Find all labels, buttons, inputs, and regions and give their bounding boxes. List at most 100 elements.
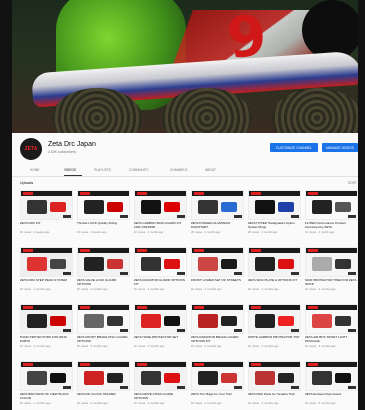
tab-videos[interactable]: VIDEOS [64,168,76,172]
thumbnail-brand-stripe [249,191,300,196]
video-thumbnail[interactable] [305,247,358,277]
video-title[interactable]: ZETA VALVE LOCK GUARD OPTIONS [77,278,130,287]
video-thumbnail[interactable] [248,304,301,334]
video-title[interactable]: FRONT LOWER SET OF STREETS [191,278,244,283]
video-thumbnail[interactable] [77,190,130,220]
video-thumbnail[interactable] [134,361,187,391]
video-card[interactable]: ZETA DRC STEP PEGS SYSTEM 1K views · 2 mo… [20,247,73,302]
video-title[interactable]: ZETA DRC Parts for Yamaha Trail [248,392,301,397]
video-title[interactable]: ZETA Exhaust Flap Guard [305,392,358,397]
video-title[interactable]: SKID PROTECTOR TIME FOR ZETA SHOP [305,278,358,287]
video-title[interactable]: ZETA DRC STEP PEGS SYSTEM [20,278,73,283]
video-card[interactable]: ZETA RADIATOR BRACE GUARD OPTIONS FIT 1K … [191,304,244,359]
video-thumbnail[interactable] [20,361,73,391]
video-card[interactable]: ZETA AIR BOX SPORT LIGHT PACKAGE 1K views… [305,304,358,359]
video-card[interactable]: ZETA DRC KIT 1K views · 2 weeks ago [20,190,73,245]
thumbnail-brand-stripe [21,362,72,367]
video-title[interactable]: ZETA RADIATOR BRACE GUARD OPTIONS FIT [191,335,244,344]
video-card[interactable]: ZETA DRIVE CHAIN GUIDE OPTIONS 1K views ·… [134,361,187,410]
video-thumbnail[interactable] [134,247,187,277]
video-card[interactable]: ZETA Trim Bags for Your Trail 1K views · … [191,361,244,410]
video-card[interactable]: ZETA BAR PADS OF VIEW BLACK COLOR 1K view… [20,361,73,410]
video-card[interactable]: WHITE CARBON PROTECTOR TOP 1K views · 3 m… [248,304,301,359]
video-title[interactable]: ZETA FRONT BRAKE DISC GUARD OPTIONS [77,335,130,344]
video-thumbnail[interactable] [191,304,244,334]
video-title[interactable]: ZETA BAR PADS OF VIEW BLACK COLOR [20,392,73,401]
video-meta: 1K views · 4 months ago [77,401,108,405]
thumbnail-brand-stripe [135,191,186,196]
sort-button[interactable]: SORT [348,181,358,185]
video-card[interactable]: ZETA DIF CLOCK HOLDER 1K views · 4 months… [77,361,130,410]
product-image [107,373,123,383]
video-card[interactable]: ZETA VALVE LOCK GUARD OPTIONS 1K views · … [77,247,130,302]
video-thumbnail[interactable] [77,247,130,277]
tab-community[interactable]: COMMUNITY [129,168,149,172]
video-title[interactable]: ZETA AIR BOX SPORT LIGHT PACKAGE [305,335,358,344]
video-title[interactable]: ZETA DIF CLOCK HOLDER [77,392,130,397]
product-image [50,373,66,383]
video-card[interactable]: ZETA Exhaust Flap Guard 1K views · 5 mont… [305,361,358,410]
video-card[interactable]: ZETA FRONT BRAKE DISC GUARD OPTIONS 1K vi… [77,304,130,359]
product-image [255,257,275,271]
video-thumbnail[interactable] [20,190,73,220]
video-thumbnail[interactable] [77,361,130,391]
video-card[interactable]: FRONT LOWER SET OF STREETS 1K views · 2 m… [191,247,244,302]
thumbnail-brand-stripe [306,305,357,310]
video-title[interactable]: ZETA Trim Bags for Your Trail [191,392,244,397]
video-card[interactable]: ZETA DRC Parts for Yamaha Trail 1K views … [248,361,301,410]
product-image [164,202,180,212]
video-title[interactable]: ZETA FORGED ALUMINUM KICKSTART [191,221,244,230]
video-card[interactable]: FLITER Performance Product introduced by… [305,190,358,245]
video-title[interactable]: HAND PROTECTORS FOR ZETA PARTS [20,335,73,344]
tab-home[interactable]: HOME [30,168,40,172]
customize-channel-button[interactable]: CUSTOMIZE CHANNEL [270,143,318,152]
video-title[interactable]: FLITER Performance Product introduced by… [305,221,358,230]
video-thumbnail[interactable] [77,304,130,334]
video-thumbnail[interactable] [305,304,358,334]
video-thumbnail[interactable] [191,190,244,220]
video-thumbnail[interactable] [191,247,244,277]
video-card[interactable]: HAND PROTECTORS FOR ZETA PARTS 1K views ·… [20,304,73,359]
tab-about[interactable]: ABOUT [205,168,216,172]
tab-playlists[interactable]: PLAYLISTS [94,168,111,172]
duration-badge [348,386,356,389]
manage-videos-button[interactable]: MANAGE VIDEOS [322,143,358,152]
video-thumbnail[interactable] [248,247,301,277]
video-title[interactable]: ZETA DRIVE CHAIN GUIDE OPTIONS [134,392,187,401]
video-title[interactable]: ZETA SKID PLATE & OPTIONS FIT [248,278,301,283]
video-card[interactable]: ZETA SKID PLATE & OPTIONS FIT 1K views · … [248,247,301,302]
video-card[interactable]: ZETA CARBON SKID GUARD KIT FOR CRF250R 1K… [134,190,187,245]
video-card[interactable]: Throttle LOCK Quickly Fitting 1K views · … [77,190,130,245]
tab-channels[interactable]: CHANNELS [170,168,187,172]
video-title[interactable]: ZETA RADIATOR GUARD OPTIONS FIT [134,278,187,287]
thumbnail-brand-stripe [192,191,243,196]
video-card[interactable]: ZETA HOSE PROTECTOR SET 1K views · 3 mont… [134,304,187,359]
video-thumbnail[interactable] [248,361,301,391]
product-image [107,259,123,269]
video-title[interactable]: ZETA HOSE PROTECTOR SET [134,335,187,340]
video-meta: 1K views · 3 months ago [77,344,108,348]
video-title[interactable]: Throttle LOCK Quickly Fitting [77,221,130,226]
video-title[interactable]: ZETA DRC KIT [20,221,73,226]
channel-avatar[interactable]: ZETA [20,138,42,160]
video-card[interactable]: ZETA FORGED ALUMINUM KICKSTART 2K views ·… [191,190,244,245]
product-image [141,200,161,214]
video-title[interactable]: ZETA CARBON SKID GUARD KIT FOR CRF250R [134,221,187,230]
video-card[interactable]: ZETA HYPER Handguards Option Spoiler Plu… [248,190,301,245]
video-card[interactable]: ZETA RADIATOR GUARD OPTIONS FIT 1K views … [134,247,187,302]
video-thumbnail[interactable] [305,190,358,220]
video-thumbnail[interactable] [248,190,301,220]
video-thumbnail[interactable] [20,304,73,334]
video-thumbnail[interactable] [134,304,187,334]
channel-name[interactable]: Zeta Drc Japan [48,141,96,148]
video-thumbnail[interactable] [20,247,73,277]
screen-frame: 9 ZETA Zeta Drc Japan 2.53K subscribers … [0,0,365,410]
product-image [312,200,332,214]
duration-badge [177,386,185,389]
video-thumbnail[interactable] [305,361,358,391]
video-title[interactable]: WHITE CARBON PROTECTOR TOP [248,335,301,340]
video-title[interactable]: ZETA HYPER Handguards Option Spoiler Plu… [248,221,301,230]
video-card[interactable]: SKID PROTECTOR TIME FOR ZETA SHOP 1K view… [305,247,358,302]
video-thumbnail[interactable] [134,190,187,220]
video-thumbnail[interactable] [191,361,244,391]
